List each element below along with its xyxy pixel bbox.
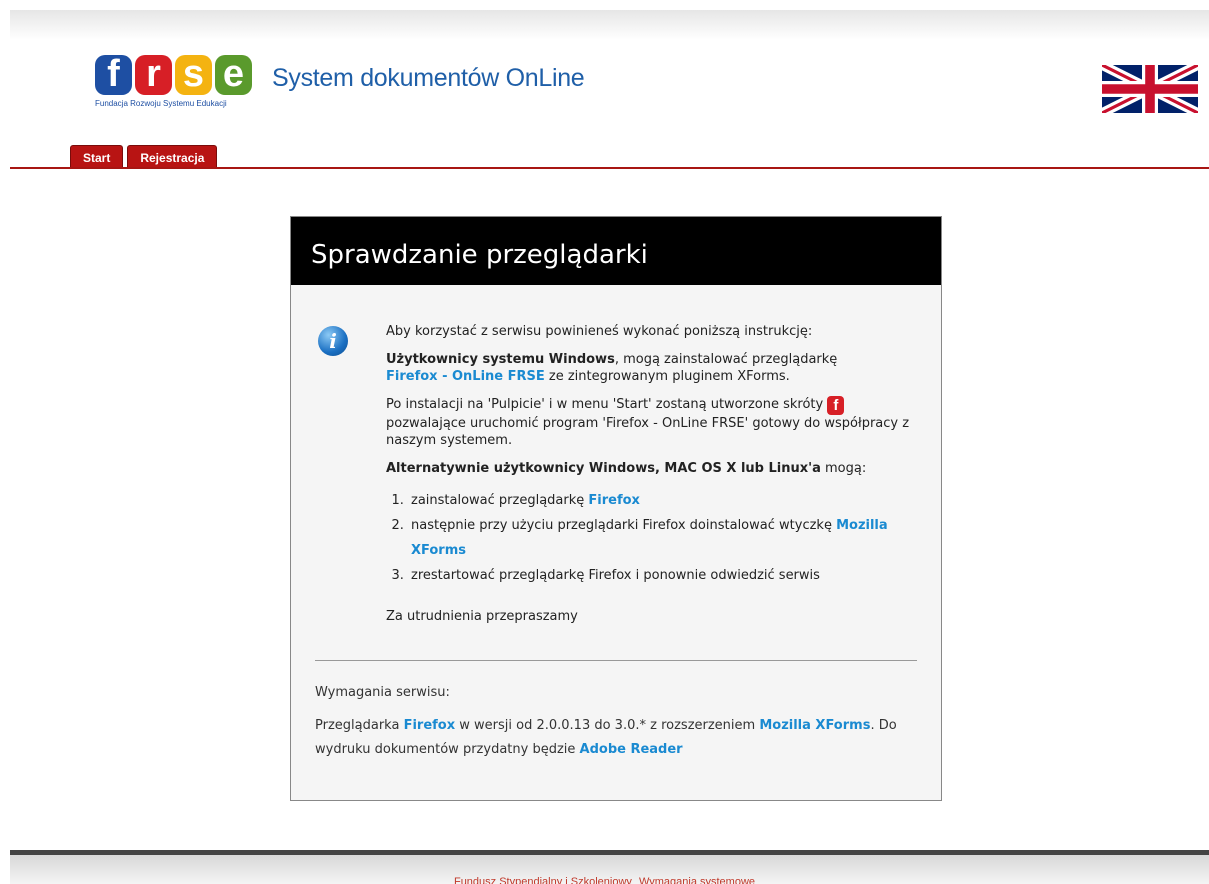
- uk-flag-icon[interactable]: [1102, 65, 1198, 113]
- firefox-online-frse-link[interactable]: Firefox - OnLine FRSE: [386, 369, 545, 384]
- alternative-paragraph: Alternatywnie użytkownicy Windows, MAC O…: [386, 460, 926, 477]
- apology-text: Za utrudnienia przepraszamy: [386, 609, 578, 624]
- footer-link-requirements[interactable]: Wymagania systemowe: [639, 876, 755, 884]
- alternative-text: mogą:: [820, 461, 867, 476]
- req-text-2: w wersji od 2.0.0.13 do 3.0.* z rozszerz…: [455, 718, 760, 733]
- windows-users-text: , mogą zainstalować przeglądarkę: [614, 352, 838, 367]
- header: f r s e Fundacja Rozwoju Systemu Edukacj…: [0, 0, 1209, 170]
- footer-links: Fundusz Stypendialny i Szkoleniowy Wymag…: [0, 876, 1209, 884]
- step-text: zainstalować przeglądarkę: [411, 493, 589, 508]
- main-tabs: Start Rejestracja: [70, 145, 218, 169]
- windows-users-bold: Użytkownicy systemu Windows: [386, 352, 615, 367]
- site-title: System dokumentów OnLine: [272, 64, 585, 92]
- requirements-section: Wymagania serwisu: Przeglądarka Firefox …: [315, 684, 915, 762]
- windows-users-paragraph: Użytkownicy systemu Windows, mogą zainst…: [386, 351, 926, 385]
- install-text-1: Po instalacji na 'Pulpicie' i w menu 'St…: [386, 397, 824, 412]
- panel-title: Sprawdzanie przeglądarki: [291, 217, 941, 285]
- requirements-text: Przeglądarka Firefox w wersji od 2.0.0.1…: [315, 714, 915, 762]
- plugin-text: ze zintegrowanym pluginem XForms.: [544, 369, 790, 384]
- tab-rule: [10, 167, 1209, 169]
- list-item: następnie przy użyciu przeglądarki Firef…: [408, 513, 926, 563]
- tab-rejestracja[interactable]: Rejestracja: [127, 145, 218, 169]
- steps-list: zainstalować przeglądarkę Firefox następ…: [408, 488, 926, 588]
- list-item: zrestartować przeglądarkę Firefox i pono…: [408, 563, 926, 588]
- req-text-1: Przeglądarka: [315, 718, 404, 733]
- requirements-title: Wymagania serwisu:: [315, 685, 450, 700]
- firefox-link[interactable]: Firefox: [588, 493, 640, 508]
- instructions: Aby korzystać z serwisu powinieneś wykon…: [386, 323, 926, 636]
- install-text-2: pozwalające uruchomić program 'Firefox -…: [386, 416, 910, 448]
- footer-link-fund[interactable]: Fundusz Stypendialny i Szkoleniowy: [454, 876, 632, 884]
- frse-shortcut-icon: f: [827, 396, 845, 415]
- logo-letter-f: f: [95, 55, 132, 95]
- divider: [315, 660, 917, 661]
- logo-letter-e: e: [215, 55, 252, 95]
- logo-letter-r: r: [135, 55, 172, 95]
- logo-subtitle: Fundacja Rozwoju Systemu Edukacji: [95, 99, 227, 108]
- logo-letter-s: s: [175, 55, 212, 95]
- tab-start[interactable]: Start: [70, 145, 124, 169]
- req-mozilla-xforms-link[interactable]: Mozilla XForms: [759, 718, 870, 733]
- intro-text: Aby korzystać z serwisu powinieneś wykon…: [386, 324, 813, 339]
- step-text: zrestartować przeglądarkę Firefox i pono…: [411, 568, 820, 583]
- frse-logo[interactable]: f r s e Fundacja Rozwoju Systemu Edukacj…: [95, 55, 255, 117]
- browser-check-panel: Sprawdzanie przeglądarki i Aby korzystać…: [290, 216, 942, 801]
- info-icon: i: [318, 326, 348, 356]
- install-paragraph: Po instalacji na 'Pulpicie' i w menu 'St…: [386, 396, 926, 449]
- logo-letters: f r s e: [95, 55, 255, 95]
- step-text: następnie przy użyciu przeglądarki Firef…: [411, 518, 837, 533]
- req-adobe-reader-link[interactable]: Adobe Reader: [580, 742, 683, 757]
- req-firefox-link[interactable]: Firefox: [404, 718, 456, 733]
- alternative-bold: Alternatywnie użytkownicy Windows, MAC O…: [386, 461, 821, 476]
- list-item: zainstalować przeglądarkę Firefox: [408, 488, 926, 513]
